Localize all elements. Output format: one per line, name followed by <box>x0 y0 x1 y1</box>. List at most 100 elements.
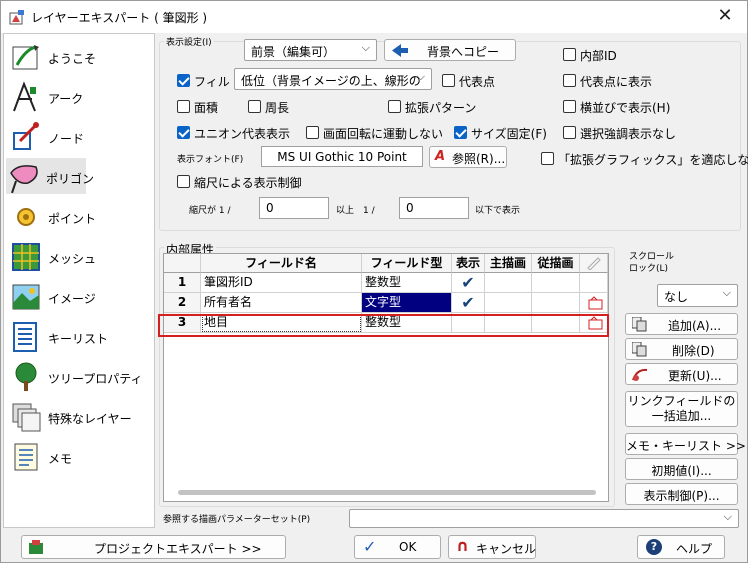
attribute-grid: フィールド名 フィールド型 表示 主描画 従描画 1 筆図形ID 整数型 ✔ 2 所有者名… <box>163 253 609 502</box>
table-cell[interactable] <box>485 273 532 293</box>
highlight-row-frame <box>158 314 609 337</box>
chevron-down-icon: ⌵ <box>723 510 732 523</box>
column-header[interactable]: フィールド名 <box>201 254 362 273</box>
memo-icon <box>14 443 38 471</box>
column-header[interactable]: 表示 <box>452 254 485 273</box>
scroll-lock-label: スクロール ロック(L) <box>629 252 675 274</box>
sidebar-item-label: ようこそ <box>48 52 97 66</box>
update-icon <box>632 368 648 381</box>
sidebar-item[interactable]: 特殊なレイヤー <box>8 398 153 434</box>
tree-icon <box>15 362 37 391</box>
link-field-add-button[interactable]: リンクフィールドの 一括追加... <box>625 391 738 427</box>
table-cell[interactable]: ✔ <box>452 273 485 293</box>
sidebar-item[interactable]: アーク <box>8 78 153 114</box>
scale-to-label: 以下で表示 <box>475 206 521 216</box>
layer-expert-window: レイヤーエキスパート ( 筆図形 ) ✕ ようこそアークノードポリゴンポイントメ… <box>0 0 748 563</box>
sidebar-item-label: イメージ <box>48 292 96 306</box>
sidebar-item-label: ツリープロパティ <box>48 372 143 386</box>
sidebar-item[interactable]: ツリープロパティ <box>8 358 153 394</box>
window-title: レイヤーエキスパート ( 筆図形 ) <box>31 11 208 25</box>
font-field[interactable]: MS UI Gothic 10 Point <box>261 146 423 167</box>
node-icon <box>13 122 39 150</box>
add-icon <box>632 317 647 332</box>
scroll-lock-select[interactable]: なし ⌵ <box>657 284 738 307</box>
cancel-icon: ∩ <box>456 536 469 555</box>
display-control-button[interactable]: 表示制御(P)... <box>625 483 738 505</box>
chevron-down-icon: ⌵ <box>416 70 425 83</box>
font-label: 表示フォント(F) <box>177 155 244 165</box>
row-number-header <box>164 254 201 273</box>
font-ref-button[interactable]: A 参照(R)... <box>429 146 507 168</box>
sidebar-item-label: アーク <box>48 92 84 106</box>
sidebar-item-label: メッシュ <box>48 252 97 266</box>
link-icon <box>588 296 603 310</box>
special-layer-icon <box>12 403 41 432</box>
sidebar-item-label: ポイント <box>48 212 97 226</box>
delete-button[interactable]: 削除(D) <box>625 338 738 360</box>
point-icon <box>17 208 35 226</box>
horizontal-scrollbar[interactable] <box>178 490 596 495</box>
layer-select[interactable]: 前景（編集可） ⌵ <box>244 39 377 61</box>
table-cell[interactable]: 所有者名 <box>201 293 362 313</box>
chevron-down-icon: ⌵ <box>722 286 731 299</box>
link-column-header[interactable] <box>580 254 608 273</box>
app-icon <box>9 10 24 25</box>
close-button[interactable]: ✕ <box>713 7 737 27</box>
table-cell[interactable] <box>485 293 532 313</box>
ref-param-select[interactable]: ⌵ <box>349 509 739 528</box>
polygon-icon <box>10 165 38 193</box>
scale-mid-label: 以上 1 / <box>336 206 375 216</box>
welcome-icon <box>12 45 39 70</box>
row-number: 1 <box>164 273 201 293</box>
update-button[interactable]: 更新(U)... <box>625 363 738 385</box>
project-expert-button[interactable]: プロジェクトエキスパート >> <box>21 535 286 559</box>
sidebar-item[interactable]: ポイント <box>8 198 153 234</box>
copy-to-background-button[interactable]: 背景へコピー <box>384 39 516 61</box>
sidebar: ようこそアークノードポリゴンポイントメッシュイメージキーリストツリープロパティ特… <box>3 33 155 528</box>
column-header[interactable]: 従描画 <box>532 254 580 273</box>
ref-param-label: 参照する描画パラメーターセット(P) <box>163 515 311 525</box>
chevron-down-icon: ⌵ <box>361 41 370 54</box>
fill-select[interactable]: 低位（背景イメージの上、線形の ⌵ <box>234 68 432 90</box>
arrow-left-icon <box>392 44 408 57</box>
sidebar-item-label: ノード <box>48 132 85 146</box>
add-button[interactable]: 追加(A)... <box>625 313 738 335</box>
sidebar-item-label: ポリゴン <box>46 172 95 186</box>
help-button[interactable]: ? ヘルプ <box>637 535 725 559</box>
table-cell[interactable] <box>580 273 608 293</box>
table-cell[interactable]: 文字型 <box>362 293 452 313</box>
scale-from-label: 縮尺が 1 / <box>189 206 231 216</box>
help-icon: ? <box>646 539 662 555</box>
cancel-button[interactable]: ∩ キャンセル <box>448 535 536 559</box>
display-settings-label: 表示設定(I) <box>164 35 214 48</box>
sidebar-item[interactable]: メモ <box>8 438 153 474</box>
arc-icon <box>13 81 36 112</box>
ok-button[interactable]: ✓ OK <box>354 535 441 559</box>
sidebar-item[interactable]: メッシュ <box>8 238 153 274</box>
font-icon: A <box>435 149 446 164</box>
project-icon <box>29 540 43 554</box>
sidebar-item[interactable]: ノード <box>8 118 153 154</box>
row-number: 2 <box>164 293 201 313</box>
table-cell[interactable]: ✔ <box>452 293 485 313</box>
keylist-icon <box>13 322 37 352</box>
column-header[interactable]: フィールド型 <box>362 254 452 273</box>
column-header[interactable]: 主描画 <box>485 254 532 273</box>
sidebar-item[interactable]: キーリスト <box>8 318 153 354</box>
sidebar-item[interactable]: イメージ <box>8 278 153 314</box>
sidebar-item[interactable]: ようこそ <box>8 38 153 74</box>
memo-keylist-button[interactable]: メモ・キーリスト >> <box>625 433 746 455</box>
sidebar-item-label: 特殊なレイヤー <box>48 412 132 426</box>
scale-to-input[interactable]: 0 <box>399 197 469 219</box>
initial-value-button[interactable]: 初期値(I)... <box>625 458 738 480</box>
scale-from-input[interactable]: 0 <box>259 197 329 219</box>
sidebar-item-label: キーリスト <box>48 332 109 346</box>
table-cell[interactable]: 筆図形ID <box>201 273 362 293</box>
sidebar-item[interactable]: ポリゴン <box>6 158 94 194</box>
table-cell[interactable] <box>532 293 580 313</box>
table-cell[interactable] <box>580 293 608 313</box>
check-icon: ✓ <box>363 537 377 556</box>
table-cell[interactable]: 整数型 <box>362 273 452 293</box>
table-cell[interactable] <box>532 273 580 293</box>
delete-icon <box>632 342 647 357</box>
